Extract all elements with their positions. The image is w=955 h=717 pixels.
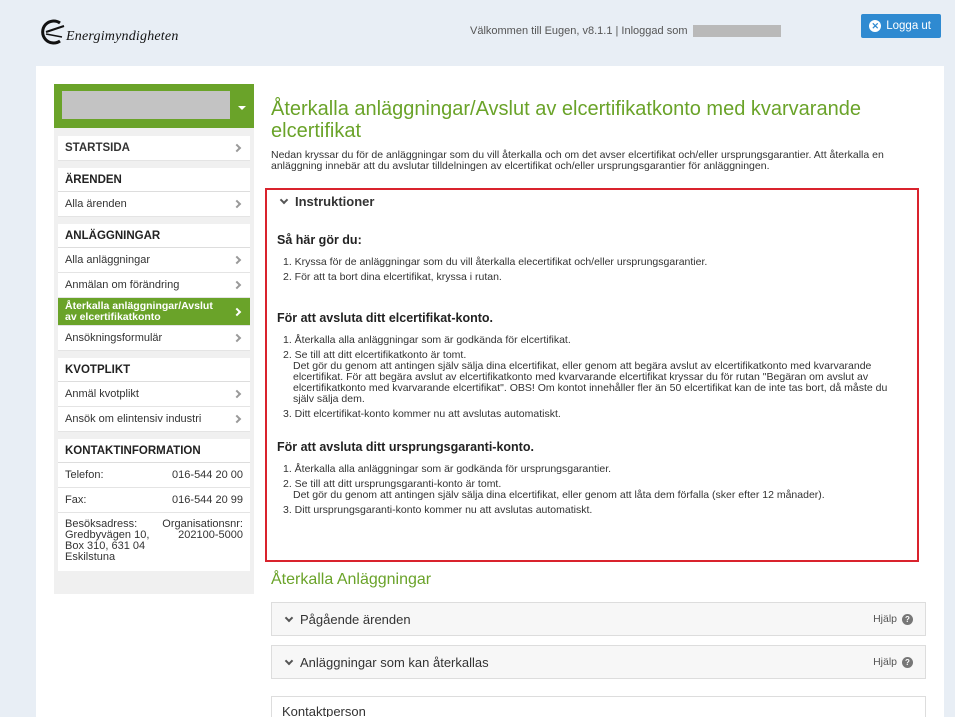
list-item: 1. Återkalla alla anläggningar som är go… (283, 463, 612, 475)
sidebar-heading-kvotplikt: KVOTPLIKT (58, 358, 250, 382)
chevron-right-icon (232, 389, 242, 399)
redacted-username (693, 25, 782, 37)
contact-address-row: Besöksadress: Gredbyvägen 10, Box 310, 6… (58, 513, 250, 571)
energimyndigheten-logo-icon (41, 19, 65, 45)
chevron-right-icon (232, 307, 242, 317)
help-icon: ? (902, 656, 913, 668)
help-label: Hjälp (873, 613, 897, 625)
list-item-detail: Det gör du genom att antingen själv sälj… (293, 360, 888, 405)
sidebar-item-startsida[interactable]: STARTSIDA (58, 136, 250, 161)
sidebar-item-label: STARTSIDA (65, 142, 130, 154)
panel-kontaktperson: Kontaktperson (271, 696, 926, 717)
section-title: Återkalla Anläggningar (271, 571, 432, 588)
instructions-list: 1. Kryssa för de anläggningar som du vil… (277, 257, 907, 283)
list-item: 1. Kryssa för de anläggningar som du vil… (283, 256, 708, 268)
welcome-label: Välkommen till Eugen, v8.1.1 | Inloggad … (470, 25, 688, 37)
sidebar-item-alla-arenden[interactable]: Alla ärenden (58, 192, 250, 217)
list-item: 1. Återkalla alla anläggningar som är go… (283, 334, 571, 346)
list-item: 2. Se till att ditt elcertifikatkonto är… (283, 350, 907, 405)
welcome-text: Välkommen till Eugen, v8.1.1 | Inloggad … (470, 25, 782, 37)
list-item: 2. Se till att ditt ursprungsgaranti-kon… (283, 479, 907, 501)
sidebar-heading-kontakt: KONTAKTINFORMATION (58, 439, 250, 463)
logo[interactable]: Energimyndigheten (38, 17, 179, 47)
sidebar-item-label: Återkalla anläggningar/Avslut av elcerti… (65, 300, 213, 323)
chevron-down-icon (279, 195, 289, 205)
instructions-toggle[interactable]: Instruktioner (277, 194, 907, 209)
panel-label: Pågående ärenden (300, 611, 411, 627)
sidebar-heading-anlaggningar: ANLÄGGNINGAR (58, 224, 250, 248)
contact-label: Fax: (65, 494, 87, 506)
chevron-right-icon (232, 143, 242, 153)
chevron-down-icon (284, 656, 294, 665)
sidebar-item-label: Alla ärenden (65, 198, 127, 210)
panel-label: Kontaktperson (282, 703, 366, 717)
sidebar-item-label: Alla anläggningar (65, 254, 151, 266)
contact-fax-row: Fax: 016-544 20 99 (58, 488, 250, 513)
close-circle-icon: ✕ (869, 20, 882, 32)
sidebar-section-kvotplikt: KVOTPLIKT Anmäl kvotplikt Ansök om elint… (58, 358, 250, 432)
contact-label: Telefon: (65, 469, 104, 481)
help-link[interactable]: Hjälp ? (873, 613, 913, 625)
contact-orgnr: 202100-5000 (178, 529, 243, 541)
instructions-toggle-label: Instruktioner (295, 194, 375, 209)
list-item: 3. Ditt ursprungsgaranti-konto kommer nu… (283, 504, 593, 516)
sidebar: STARTSIDA ÄRENDEN Alla ärenden ANLÄGGNIN… (54, 84, 254, 594)
chevron-right-icon (232, 199, 242, 209)
instructions-list: 1. Återkalla alla anläggningar som är go… (277, 335, 907, 420)
sidebar-item-anmal-kvotplikt[interactable]: Anmäl kvotplikt (58, 382, 250, 407)
sidebar-item-alla-anlaggningar[interactable]: Alla anläggningar (58, 248, 250, 273)
help-label: Hjälp (873, 656, 897, 668)
help-icon: ? (902, 613, 913, 625)
contact-fax: 016-544 20 99 (172, 494, 243, 506)
logout-button[interactable]: ✕ Logga ut (861, 14, 941, 38)
instructions-heading: För att avsluta ditt elcertifikat-konto. (277, 311, 494, 325)
instructions-heading: Så här gör du: (277, 233, 362, 247)
sidebar-item-label: Anmälan om förändring (65, 279, 180, 291)
sidebar-section-anlaggningar: ANLÄGGNINGAR Alla anläggningar Anmälan o… (58, 224, 250, 351)
chevron-right-icon (232, 333, 242, 343)
logo-text: Energimyndigheten (66, 29, 179, 44)
top-bar: Energimyndigheten Välkommen till Eugen, … (0, 0, 955, 62)
main-content: Återkalla anläggningar/Avslut av elcerti… (271, 98, 926, 172)
help-link[interactable]: Hjälp ? (873, 656, 913, 668)
list-item-detail: Det gör du genom att antingen själv sälj… (293, 489, 825, 501)
sidebar-item-anmalan-om-forandring[interactable]: Anmälan om förändring (58, 273, 250, 298)
page-intro: Nedan kryssar du för de anläggningar som… (271, 149, 884, 172)
panel-label: Anläggningar som kan återkallas (300, 654, 489, 670)
instructions-panel: Instruktioner Så här gör du: 1. Kryssa f… (265, 188, 919, 562)
sidebar-item-label: Ansök om elintensiv industri (65, 413, 202, 425)
sidebar-heading-arenden: ÄRENDEN (58, 168, 250, 192)
caret-down-icon (238, 106, 246, 110)
organization-select[interactable] (54, 84, 254, 128)
panel-anlaggningar-som-kan-aterkallas[interactable]: Anläggningar som kan återkallas Hjälp ? (271, 645, 926, 679)
sidebar-item-ansokningsformular[interactable]: Ansökningsformulär (58, 326, 250, 351)
logout-label: Logga ut (886, 20, 931, 32)
sidebar-section-kontakt: KONTAKTINFORMATION Telefon: 016-544 20 0… (58, 439, 250, 571)
chevron-right-icon (232, 280, 242, 290)
chevron-right-icon (232, 255, 242, 265)
sidebar-section-start: STARTSIDA (58, 136, 250, 161)
chevron-right-icon (232, 414, 242, 424)
chevron-down-icon (284, 613, 294, 622)
list-item: 2. För att ta bort dina elcertifikat, kr… (283, 271, 502, 283)
sidebar-item-ansok-elintensiv[interactable]: Ansök om elintensiv industri (58, 407, 250, 432)
sidebar-section-arenden: ÄRENDEN Alla ärenden (58, 168, 250, 217)
contact-phone-row: Telefon: 016-544 20 00 (58, 463, 250, 488)
sidebar-item-label: Ansökningsformulär (65, 332, 163, 344)
list-item: 3. Ditt elcertifikat-konto kommer nu att… (283, 408, 561, 420)
panel-pagaende-arenden[interactable]: Pågående ärenden Hjälp ? (271, 602, 926, 636)
page-title: Återkalla anläggningar/Avslut av elcerti… (271, 98, 861, 142)
instructions-heading: För att avsluta ditt ursprungsgaranti-ko… (277, 440, 534, 454)
contact-phone: 016-544 20 00 (172, 469, 243, 481)
instructions-list: 1. Återkalla alla anläggningar som är go… (277, 464, 907, 516)
sidebar-item-aterkalla-anlaggningar[interactable]: Återkalla anläggningar/Avslut av elcerti… (58, 298, 250, 326)
contact-address: Gredbyvägen 10, Box 310, 631 04 Eskilstu… (65, 529, 150, 563)
sidebar-item-label: Anmäl kvotplikt (65, 388, 139, 400)
redacted-organization (62, 91, 230, 119)
